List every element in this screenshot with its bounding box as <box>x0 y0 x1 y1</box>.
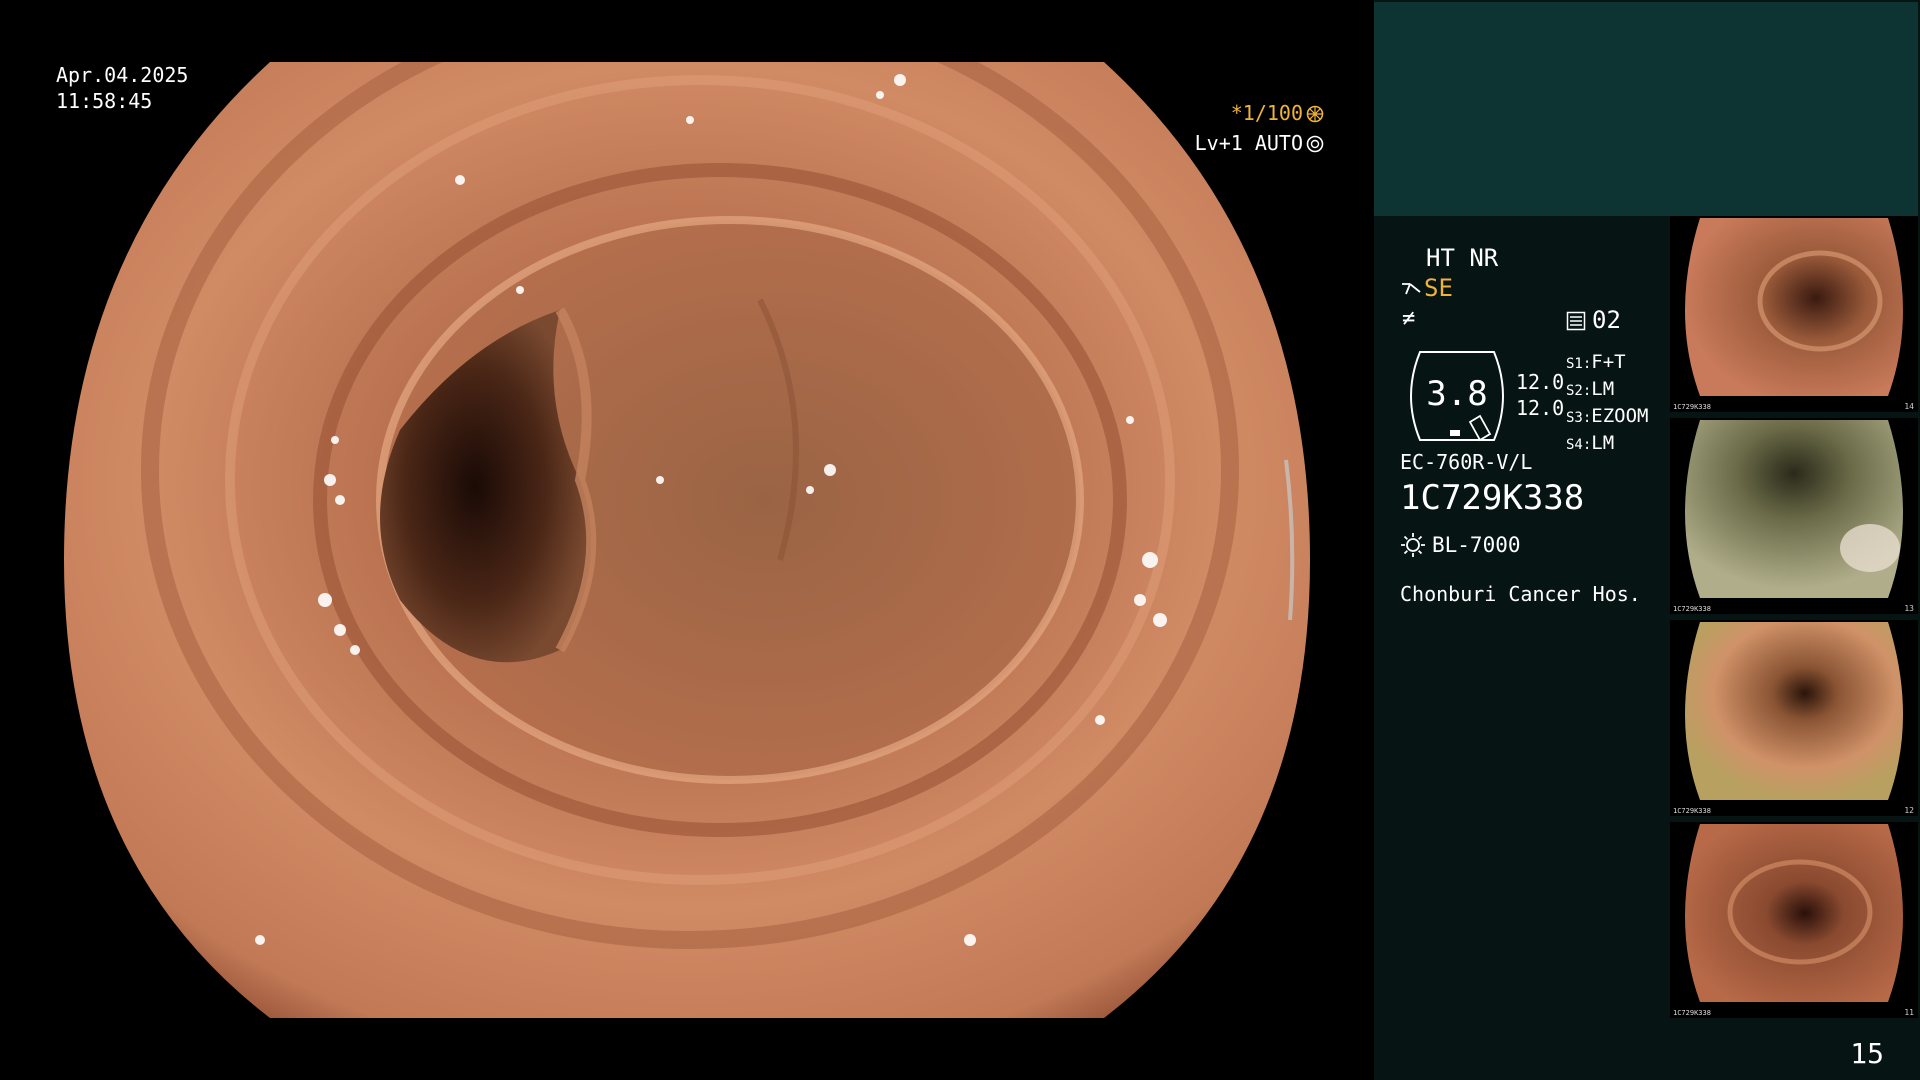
light-icon <box>1401 533 1425 557</box>
level-auto-text: Lv+1 AUTO <box>1194 131 1303 155</box>
scope-serial: 1C729K338 <box>1400 478 1585 518</box>
thumbnail-number-3: 12 <box>1904 806 1914 815</box>
aperture-icon <box>1306 105 1324 123</box>
light-source-text: BL-7000 <box>1432 533 1521 557</box>
hospital-name: Chonburi Cancer Hos. <box>1400 582 1641 606</box>
scope-model: EC-760R-V/L <box>1400 450 1533 474</box>
value-1: 12.0 <box>1516 370 1565 394</box>
colon-lumen-image <box>64 62 1310 1018</box>
gauge-value: 3.8 <box>1426 374 1488 414</box>
panel-header-block <box>1374 2 1918 216</box>
light-source: BL-7000 <box>1400 532 1521 558</box>
switch-3: S3:EZOOM <box>1566 405 1649 427</box>
page-number: 15 <box>1850 1037 1884 1070</box>
preset-icon <box>1566 311 1586 331</box>
thumbnail-3[interactable]: 1C729K338 12 <box>1670 620 1918 816</box>
thumbnail-1[interactable]: 1C729K338 14 <box>1670 216 1918 412</box>
thumbnail-number-4: 11 <box>1904 1008 1914 1017</box>
switch-4: S4:LM <box>1566 432 1615 454</box>
thumbnail-number-1: 14 <box>1904 402 1914 411</box>
thumbnail-serial-1: 1C729K338 <box>1673 403 1711 411</box>
switch-list: S1:F+T S2:LM S3:EZOOM S4:LM <box>1566 350 1649 458</box>
f-symbol-text: ≠ <box>1402 306 1416 331</box>
mode-text: HT NR <box>1426 244 1499 272</box>
thumbnail-2[interactable]: 1C729K338 13 <box>1670 418 1918 614</box>
thumbnail-image-4 <box>1685 824 1903 1002</box>
switch-1: S1:F+T <box>1566 351 1626 373</box>
thumbnail-image-3 <box>1685 622 1903 800</box>
preset-readout: 02 <box>1566 306 1621 334</box>
thumbnail-serial-2: 1C729K338 <box>1673 605 1711 613</box>
endoscope-view: Apr.04.2025 11:58:45 *1/100 Lv+1 AUTO <box>0 0 1374 1080</box>
thumbnail-serial-3: 1C729K338 <box>1673 807 1711 815</box>
date-text: Apr.04.2025 <box>56 63 189 87</box>
se-text: SE <box>1424 274 1453 302</box>
enhancement-icon <box>1402 283 1421 295</box>
structure-enhancement: SE <box>1400 274 1453 302</box>
switch-2: S2:LM <box>1566 378 1615 400</box>
thumbnail-image-1 <box>1685 218 1903 396</box>
preset-number: 02 <box>1592 306 1621 334</box>
shutter-speed-text: *1/100 <box>1230 101 1303 125</box>
value-2: 12.0 <box>1516 396 1565 420</box>
thumbnail-number-2: 13 <box>1904 604 1914 613</box>
datetime-readout: Apr.04.2025 11:58:45 <box>56 62 188 114</box>
iris-icon <box>1306 135 1324 153</box>
thumbnail-serial-4: 1C729K338 <box>1673 1009 1711 1017</box>
time-text: 11:58:45 <box>56 89 153 113</box>
thumbnail-image-2 <box>1685 420 1903 598</box>
shutter-readout: *1/100 Lv+1 AUTO <box>1195 98 1324 158</box>
thumbnail-4[interactable]: 1C729K338 11 <box>1670 822 1918 1018</box>
